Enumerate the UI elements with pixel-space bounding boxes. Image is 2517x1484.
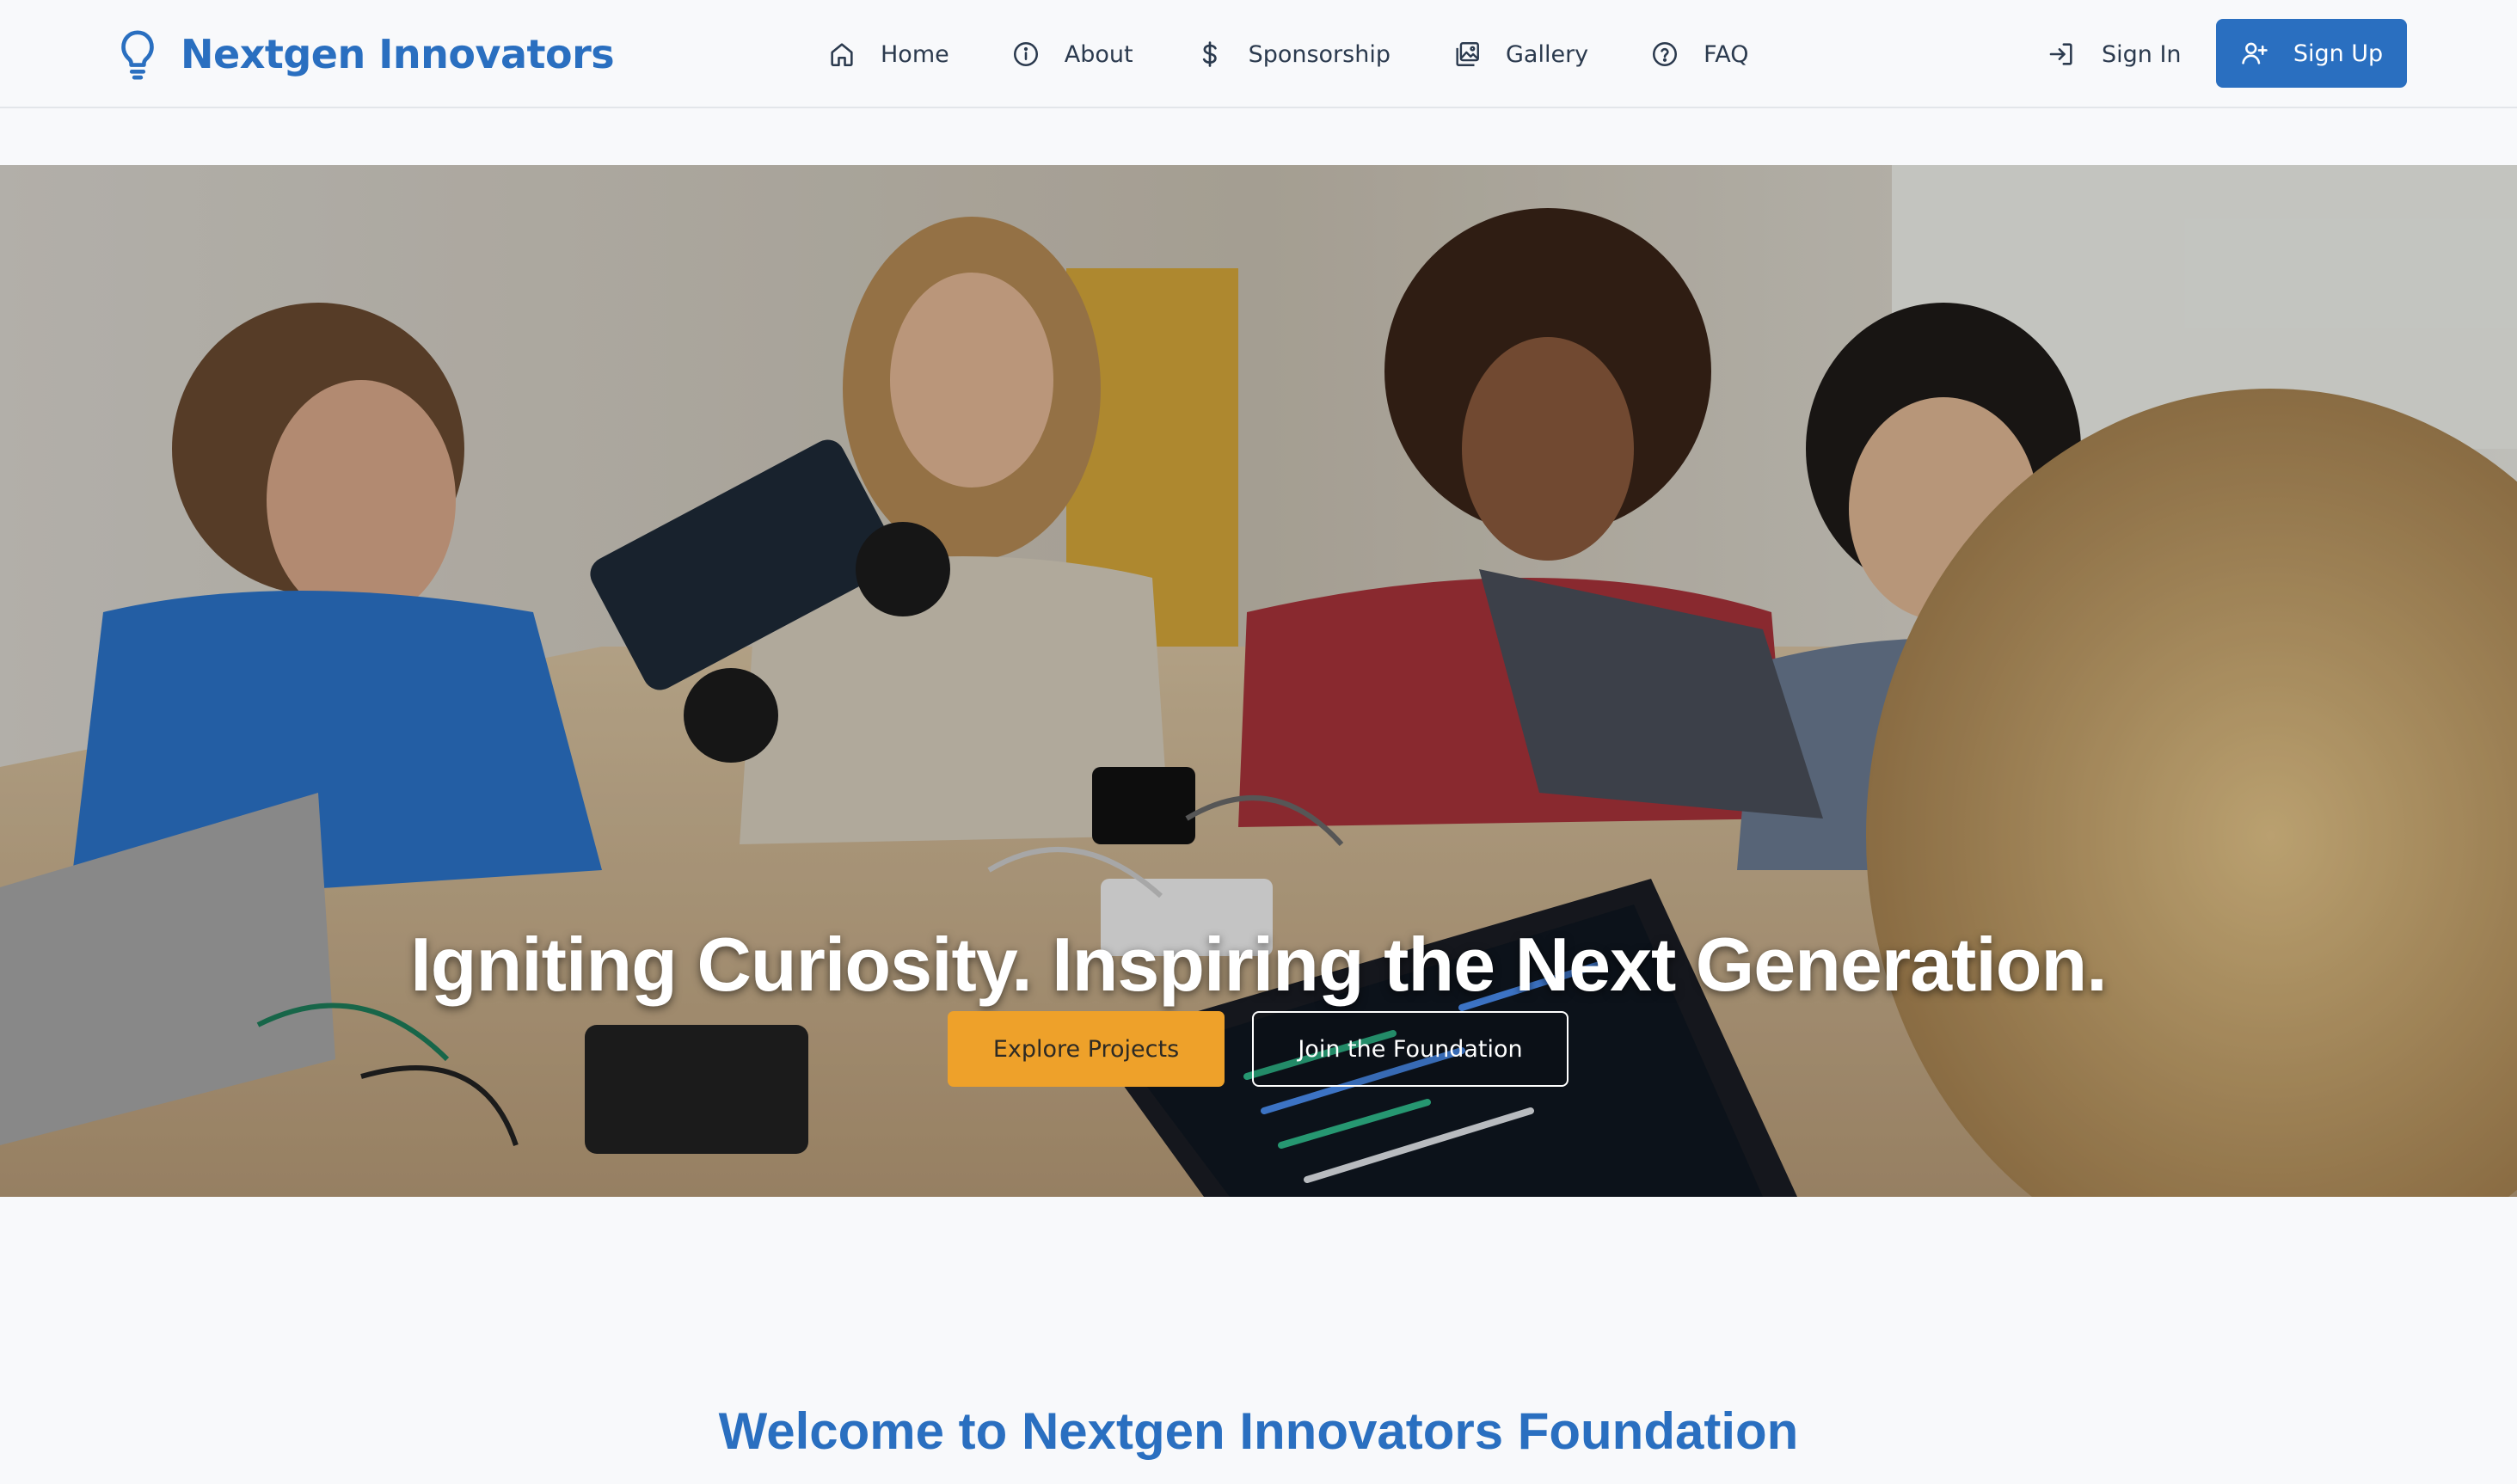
sign-in-link[interactable]: Sign In [2047,24,2182,84]
nav-item-about[interactable]: About [1011,40,1133,69]
nav-item-label: Sponsorship [1248,40,1390,68]
sign-up-label: Sign Up [2293,40,2384,67]
sign-up-button[interactable]: Sign Up [2216,19,2407,88]
sign-in-label: Sign In [2102,40,2182,68]
nav-item-home[interactable]: Home [827,40,949,69]
lightbulb-icon [117,28,158,81]
nav-item-gallery[interactable]: Gallery [1452,40,1588,69]
join-foundation-button[interactable]: Join the Foundation [1252,1011,1569,1087]
nav-item-label: About [1064,40,1133,68]
nav-item-faq[interactable]: FAQ [1650,40,1748,69]
explore-projects-button[interactable]: Explore Projects [948,1011,1225,1087]
welcome-heading: Welcome to Nextgen Innovators Foundation [718,1401,1799,1460]
nav-item-label: Gallery [1505,40,1589,68]
hero-headline: Igniting Curiosity. Inspiring the Next G… [410,921,2108,1007]
nav-item-label: FAQ [1704,40,1749,68]
nav-item-label: Home [881,40,949,68]
question-icon [1650,40,1679,69]
top-navbar: Nextgen Innovators Home About Sponsorshi… [0,0,2517,108]
nav-item-sponsorship[interactable]: Sponsorship [1195,40,1390,69]
home-icon [827,40,856,69]
brand-name: Nextgen Innovators [181,31,615,77]
sign-in-icon [2047,40,2076,69]
user-plus-icon [2240,39,2269,68]
brand-logo-link[interactable]: Nextgen Innovators [117,24,615,84]
hero-section: Igniting Curiosity. Inspiring the Next G… [0,165,2517,1197]
info-icon [1011,40,1041,69]
main-nav: Home About Sponsorship Gallery FAQ [827,24,1748,84]
dollar-icon [1195,40,1225,69]
gallery-icon [1452,40,1482,69]
